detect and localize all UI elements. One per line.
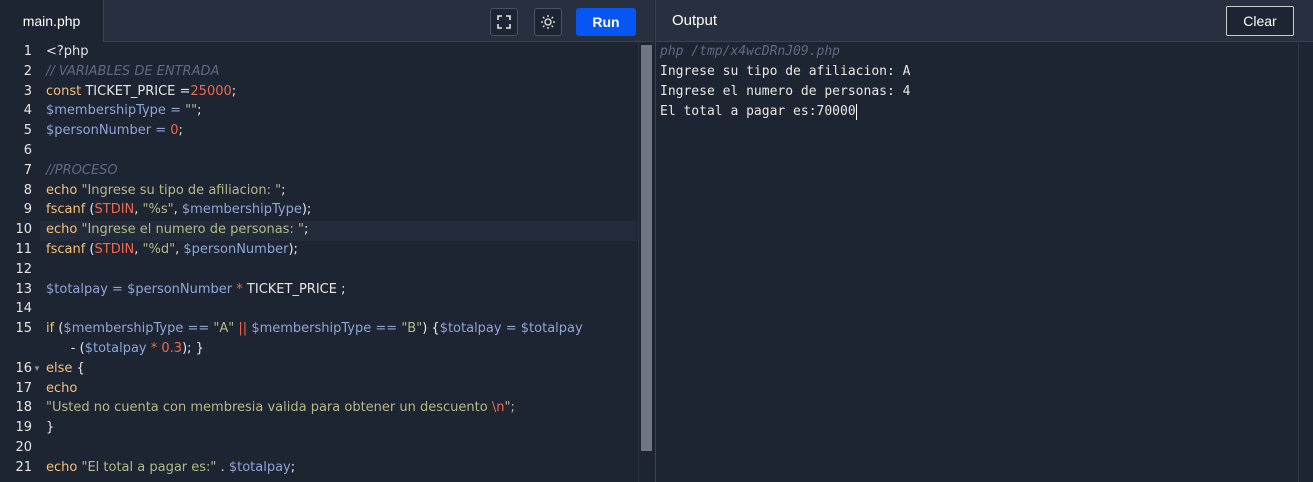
output-command: php /tmp/x4wcDRnJ09.php (660, 44, 841, 59)
line-number: 15 (15, 321, 32, 336)
text-cursor (855, 103, 857, 120)
clear-button[interactable]: Clear (1226, 6, 1294, 36)
line-number: 2 (23, 64, 32, 79)
code-line: //PROCESO (46, 163, 118, 178)
line-number: 9 (23, 202, 32, 217)
output-line-last: El total a pagar es:70000 (660, 102, 1300, 122)
line-number: 5 (23, 123, 32, 138)
editor-scrollbar[interactable] (638, 42, 654, 482)
line-number: 8 (23, 183, 32, 198)
fullscreen-button[interactable] (490, 8, 518, 36)
output-line: Ingrese el numero de personas: 4 (660, 84, 911, 99)
code-line: <?php (46, 44, 89, 59)
output-header: Output Clear (656, 0, 1313, 42)
code-line: echo "El total a pagar es:" . $totalpay; (46, 460, 296, 475)
code-line: // VARIABLES DE ENTRADA (46, 64, 220, 79)
run-button[interactable]: Run (576, 8, 636, 36)
line-number: 14 (15, 301, 32, 316)
scrollbar-thumb[interactable] (641, 45, 652, 451)
output-title: Output (672, 12, 718, 29)
line-number: 18 (15, 400, 32, 415)
output-line: Ingrese su tipo de afiliacion: A (660, 64, 911, 79)
code-line: echo "Ingrese su tipo de afiliacion: "; (46, 183, 286, 198)
fold-arrow-icon[interactable]: ▼ (33, 359, 41, 379)
output-scrollbar[interactable] (1298, 42, 1313, 482)
code-line-wrapped: - ($totalpay * 0.3); } (46, 341, 204, 356)
line-number: 21 (15, 460, 32, 475)
line-number: 12 (15, 262, 32, 277)
fullscreen-icon (497, 15, 511, 29)
code-editor[interactable]: 1 2 3 4 5 6 7 8 9 10 11 12 13 14 15 16 ▼… (0, 42, 638, 482)
code-line: "Usted no cuenta con membresia valida pa… (46, 400, 515, 415)
code-line: fscanf (STDIN, "%d", $personNumber); (46, 242, 298, 257)
line-number: 4 (23, 103, 32, 118)
code-line: $totalpay = $personNumber * TICKET_PRICE… (46, 282, 346, 297)
code-line: const TICKET_PRICE =25000; (46, 84, 237, 99)
code-line: } (46, 420, 55, 435)
code-line: else { (46, 361, 85, 376)
output-pane: Output Clear php /tmp/x4wcDRnJ09.php Ing… (655, 0, 1313, 482)
output-line-text: El total a pagar es:70000 (660, 104, 856, 119)
code-line: fscanf (STDIN, "%s", $membershipType); (46, 202, 312, 217)
line-number: 11 (15, 242, 32, 257)
line-number: 20 (15, 440, 32, 455)
file-tab[interactable]: main.php (0, 0, 104, 42)
line-number: 6 (23, 143, 32, 158)
line-number: 17 (15, 381, 32, 396)
line-number: 10 (15, 222, 32, 237)
line-number: 7 (23, 163, 32, 178)
line-number: 13 (15, 282, 32, 297)
editor-pane: main.php Run 1 2 3 4 5 6 7 8 9 10 11 12 … (0, 0, 654, 482)
line-number: 16 (15, 361, 32, 376)
line-number: 19 (15, 420, 32, 435)
code-line: if ($membershipType == "A" || $membershi… (46, 321, 583, 336)
editor-header: main.php Run (0, 0, 654, 42)
code-line: echo (46, 381, 78, 396)
line-number: 3 (23, 84, 32, 99)
theme-toggle-button[interactable] (534, 8, 562, 36)
code-line: echo "Ingrese el numero de personas: "; (46, 222, 309, 237)
sun-icon (541, 15, 555, 29)
code-line: $personNumber = 0; (46, 123, 183, 138)
output-console[interactable]: php /tmp/x4wcDRnJ09.php Ingrese su tipo … (660, 42, 1300, 122)
line-number: 1 (23, 44, 32, 59)
app-root: main.php Run 1 2 3 4 5 6 7 8 9 10 11 12 … (0, 0, 1313, 482)
code-line: $membershipType = ""; (46, 103, 202, 118)
